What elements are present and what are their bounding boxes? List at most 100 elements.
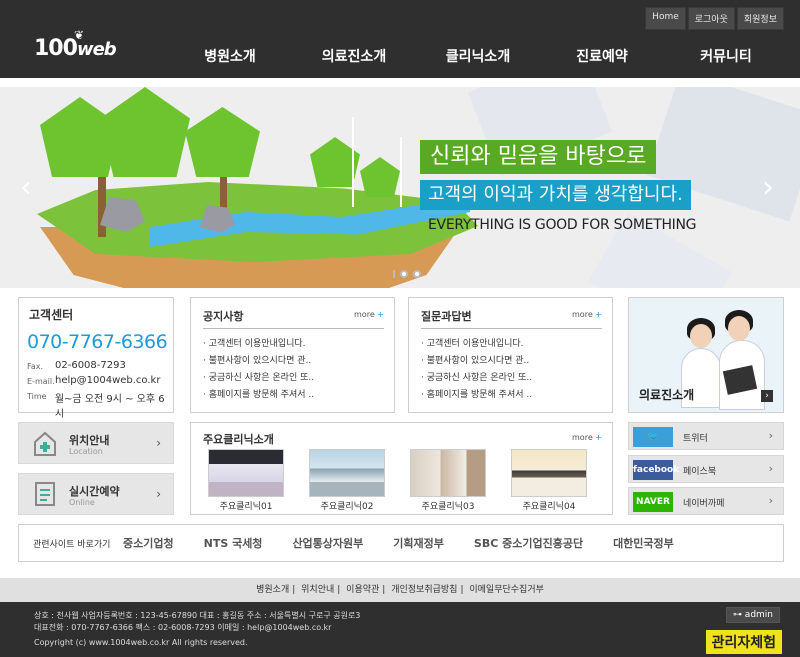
- clinics-title: 주요클리닉소개: [203, 433, 274, 446]
- list-item[interactable]: · 궁금하신 사항은 온라인 또..: [421, 370, 532, 387]
- naver-cafe-label: 네이버까페: [683, 499, 725, 509]
- admin-login-button[interactable]: ⊶ admin: [725, 607, 780, 623]
- list-item[interactable]: · 불편사항이 있으시다면 관..: [421, 353, 532, 370]
- doctors-promo[interactable]: 의료진소개 ›: [628, 297, 784, 413]
- related-sites-bar: 관련사이트 바로가기 중소기업청 NTS 국세청 산업통상자원부 기획재정부 S…: [18, 524, 784, 562]
- nav-reservation[interactable]: 진료예약: [540, 46, 664, 66]
- pagination-pause-icon[interactable]: [393, 270, 395, 278]
- footer-link-privacy[interactable]: 개인정보취급방침: [391, 585, 457, 595]
- hospital-icon: [33, 430, 57, 456]
- naver-cafe-button[interactable]: NAVER 네이버까페 ›: [628, 487, 784, 515]
- list-item[interactable]: · 홈페이지를 방문해 주셔서 ..: [203, 387, 314, 404]
- divider: [203, 328, 384, 329]
- chevron-right-icon: ›: [768, 429, 773, 442]
- site-logo[interactable]: 100web ❦: [34, 28, 117, 61]
- footer-link-location[interactable]: 위치안내: [301, 585, 334, 595]
- clinic-image: [309, 449, 385, 497]
- reservation-title: 실시간예약: [69, 485, 120, 498]
- banner-next-icon[interactable]: ›: [762, 170, 774, 205]
- site-link-korea-gov[interactable]: 대한민국정부: [613, 535, 674, 551]
- chevron-right-icon: ›: [768, 494, 773, 507]
- clinic-card[interactable]: 주요클리닉03: [410, 449, 486, 512]
- member-info-button[interactable]: 회원정보: [736, 7, 784, 30]
- pagination-dot[interactable]: [400, 270, 408, 278]
- divider: [421, 328, 602, 329]
- fax-row: Fax. 02-6008-7293: [27, 360, 126, 371]
- clinic-card[interactable]: 주요클리닉01: [208, 449, 284, 512]
- list-item[interactable]: · 고객센터 이용안내입니다.: [203, 336, 314, 353]
- banner-prev-icon[interactable]: ‹: [20, 170, 32, 205]
- facebook-button[interactable]: facebook 페이스북 ›: [628, 455, 784, 483]
- clinic-caption: 주요클리닉04: [522, 502, 576, 512]
- twitter-label: 트위터: [683, 434, 708, 444]
- nav-doctors[interactable]: 의료진소개: [292, 46, 416, 66]
- more-label: more: [572, 310, 593, 319]
- admin-demo-button[interactable]: 관리자체험: [705, 630, 782, 654]
- plus-icon: +: [595, 310, 602, 319]
- site-link-nts[interactable]: NTS 국세청: [204, 535, 263, 551]
- twitter-button[interactable]: 🐦 트위터 ›: [628, 422, 784, 450]
- list-item[interactable]: · 홈페이지를 방문해 주셔서 ..: [421, 387, 532, 404]
- chevron-right-icon: ›: [156, 436, 161, 450]
- site-link-motie[interactable]: 산업통상자원부: [292, 535, 363, 551]
- faq-board: 질문과답변 more + · 고객센터 이용안내입니다. · 불편사항이 있으시…: [408, 297, 613, 413]
- reservation-subtitle: Online: [69, 498, 95, 507]
- clinics-more-link[interactable]: more +: [572, 433, 602, 442]
- doctor-head: [728, 316, 750, 341]
- site-link-smba[interactable]: 중소기업청: [123, 535, 174, 551]
- footer-link-hospital[interactable]: 병원소개: [256, 585, 289, 595]
- notice-list: · 고객센터 이용안내입니다. · 불편사항이 있으시다면 관.. · 궁금하신…: [203, 336, 314, 404]
- location-subtitle: Location: [69, 447, 103, 456]
- plus-icon: +: [595, 433, 602, 442]
- nav-hospital-intro[interactable]: 병원소개: [168, 46, 292, 66]
- location-button[interactable]: 위치안내 Location ›: [18, 422, 174, 464]
- more-label: more: [572, 433, 593, 442]
- chevron-right-icon: ›: [768, 462, 773, 475]
- arrow-right-icon: ›: [761, 390, 773, 402]
- pagination-dot[interactable]: [413, 270, 421, 278]
- clinic-image: [208, 449, 284, 497]
- notice-board: 공지사항 more + · 고객센터 이용안내입니다. · 불편사항이 있으시다…: [190, 297, 395, 413]
- time-row: Time 월~금 오전 9시 ~ 오후 6시: [27, 390, 173, 420]
- banner-pagination: [393, 270, 421, 278]
- clinic-card[interactable]: 주요클리닉04: [511, 449, 587, 512]
- clinic-image: [410, 449, 486, 497]
- clinic-card[interactable]: 주요클리닉02: [309, 449, 385, 512]
- footer-link-terms[interactable]: 이용약관: [346, 585, 379, 595]
- notice-more-link[interactable]: more +: [354, 310, 384, 319]
- email-label: E-mail.: [27, 377, 55, 386]
- list-item[interactable]: · 고객센터 이용안내입니다.: [421, 336, 532, 353]
- footer-nav: 병원소개 | 위치안내 | 이용약관 | 개인정보취급방침 | 이메일무단수집거부: [0, 578, 800, 602]
- location-title: 위치안내: [69, 434, 110, 447]
- company-info: 상호 : 천사웹 사업자등록번호 : 123-45-67890 대표 : 홍길동…: [34, 611, 361, 620]
- reservation-button[interactable]: 실시간예약 Online ›: [18, 473, 174, 515]
- list-item[interactable]: · 불편사항이 있으시다면 관..: [203, 353, 314, 370]
- site-footer: 상호 : 천사웹 사업자등록번호 : 123-45-67890 대표 : 홍길동…: [0, 602, 800, 657]
- facebook-icon: facebook: [633, 460, 679, 480]
- nav-clinics[interactable]: 클리닉소개: [416, 46, 540, 66]
- footer-link-no-email[interactable]: 이메일무단수집거부: [469, 585, 544, 595]
- site-link-sbc[interactable]: SBC 중소기업진흥공단: [474, 535, 583, 551]
- faq-more-link[interactable]: more +: [572, 310, 602, 319]
- list-item[interactable]: · 궁금하신 사항은 온라인 또..: [203, 370, 314, 387]
- site-link-mosf[interactable]: 기획재정부: [393, 535, 444, 551]
- nav-community[interactable]: 커뮤니티: [664, 46, 788, 66]
- clinic-image: [511, 449, 587, 497]
- windmill-illustration: [400, 137, 402, 207]
- banner-headline: 신뢰와 믿음을 바탕으로: [420, 140, 657, 174]
- customer-center-phone: 070-7767-6366: [27, 331, 168, 353]
- tree-illustration: [185, 107, 260, 177]
- logout-button[interactable]: 로그아웃: [687, 7, 735, 30]
- tree-illustration: [100, 87, 190, 177]
- doctors-label: 의료진소개: [639, 388, 695, 402]
- facebook-label: 페이스북: [683, 467, 717, 477]
- fax-label: Fax.: [27, 362, 44, 371]
- copyright: Copyright (c) www.1004web.co.kr All righ…: [34, 638, 248, 647]
- logo-suffix: web: [76, 39, 117, 60]
- email-row: E-mail. help@1004web.co.kr: [27, 375, 160, 386]
- home-button[interactable]: Home: [645, 7, 686, 30]
- wing-icon: ❦: [74, 28, 84, 42]
- nurse-head: [690, 324, 712, 348]
- plus-icon: +: [377, 310, 384, 319]
- twitter-icon: 🐦: [633, 427, 673, 447]
